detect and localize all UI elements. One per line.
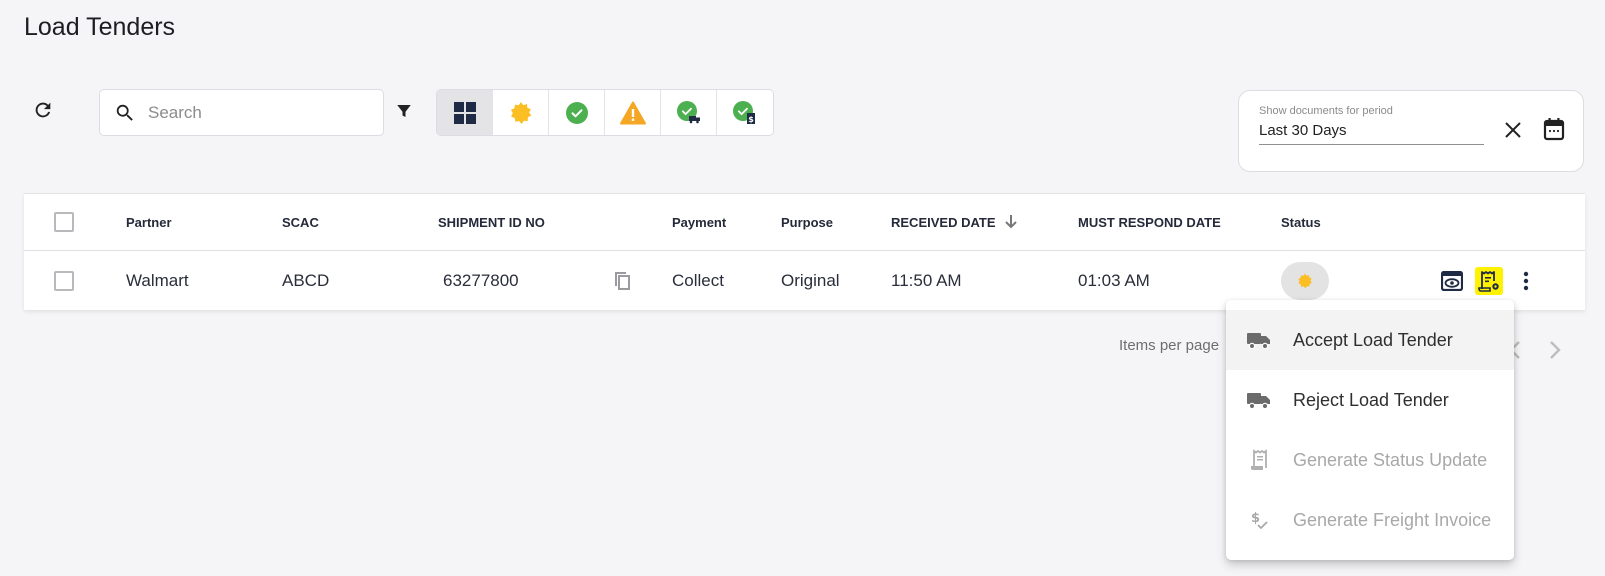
dollar-check-icon: $ <box>1246 508 1272 532</box>
menu-item-label: Reject Load Tender <box>1293 389 1449 410</box>
next-page-button[interactable] <box>1545 338 1565 362</box>
filter-icon <box>397 105 411 117</box>
column-header-shipment-id[interactable]: SHIPMENT ID NO <box>438 194 545 250</box>
search-field[interactable] <box>99 89 384 136</box>
menu-item-label: Accept Load Tender <box>1293 329 1453 350</box>
status-filter-warning[interactable] <box>605 90 661 135</box>
calendar-button[interactable] <box>1541 116 1567 142</box>
close-icon <box>1505 122 1521 138</box>
svg-text:$: $ <box>1251 511 1260 526</box>
search-icon <box>116 104 133 121</box>
period-label: Show documents for period <box>1259 105 1393 117</box>
pending-badge-icon <box>1298 273 1312 289</box>
calendar-icon <box>1543 118 1565 141</box>
status-filter-all[interactable] <box>437 90 493 135</box>
page-title: Load Tenders <box>24 13 176 41</box>
status-filter-pending[interactable] <box>493 90 549 135</box>
menu-item-accept-load-tender[interactable]: Accept Load Tender <box>1226 310 1514 370</box>
clear-period-button[interactable] <box>1501 118 1525 142</box>
generate-document-button[interactable] <box>1475 267 1503 295</box>
cell-partner: Walmart <box>126 271 189 290</box>
filter-button[interactable] <box>394 101 414 121</box>
status-filter-group: $ <box>436 89 774 136</box>
cell-payment: Collect <box>672 271 724 290</box>
row-actions-menu: Accept Load Tender Reject Load Tender Ge… <box>1226 300 1514 560</box>
column-header-status[interactable]: Status <box>1281 194 1321 250</box>
more-vertical-icon <box>1523 271 1529 291</box>
search-input[interactable] <box>146 101 366 124</box>
check-invoice-icon: $ <box>733 100 755 124</box>
truck-icon <box>1246 388 1272 412</box>
copy-shipment-id-button[interactable] <box>613 251 631 311</box>
chevron-right-icon <box>1550 341 1561 359</box>
refresh-icon <box>35 102 51 118</box>
svg-text:$: $ <box>748 115 754 124</box>
status-filter-accepted[interactable] <box>549 90 605 135</box>
more-actions-button[interactable] <box>1512 267 1540 295</box>
column-header-purpose[interactable]: Purpose <box>781 194 833 250</box>
cell-scac: ABCD <box>282 271 330 290</box>
warning-icon <box>619 101 646 124</box>
receipt-settings-icon <box>1478 271 1499 292</box>
check-circle-icon <box>565 101 588 124</box>
menu-item-generate-status-update: Generate Status Update <box>1226 430 1514 490</box>
status-filter-invoiced[interactable]: $ <box>717 90 773 135</box>
sort-descending-icon <box>1004 214 1018 230</box>
refresh-button[interactable] <box>30 97 56 123</box>
menu-item-label: Generate Freight Invoice <box>1293 509 1492 530</box>
status-badge[interactable] <box>1281 262 1329 300</box>
grid-icon <box>453 101 476 124</box>
check-truck-icon <box>676 100 700 123</box>
column-header-scac[interactable]: SCAC <box>282 194 319 250</box>
eye-icon <box>1441 271 1463 291</box>
menu-item-label: Generate Status Update <box>1293 449 1488 470</box>
cell-shipment-id: 63277800 <box>443 271 519 290</box>
receipt-icon <box>1246 448 1272 472</box>
cell-purpose: Original <box>781 271 840 290</box>
table-header: Partner SCAC SHIPMENT ID NO Payment Purp… <box>24 194 1585 251</box>
period-input[interactable]: Last 30 Days <box>1259 122 1484 145</box>
copy-icon <box>615 272 630 290</box>
column-header-payment[interactable]: Payment <box>672 194 726 250</box>
truck-icon <box>1246 328 1272 352</box>
cell-received-date: 11:50 AM <box>891 271 962 290</box>
column-header-received-date[interactable]: RECEIVED DATE <box>891 194 1018 250</box>
cell-must-respond-date: 01:03 AM <box>1078 271 1150 290</box>
menu-item-reject-load-tender[interactable]: Reject Load Tender <box>1226 370 1514 430</box>
period-selector: Show documents for period Last 30 Days <box>1238 90 1584 172</box>
items-per-page-label: Items per page <box>1119 337 1220 354</box>
column-header-must-respond-date[interactable]: MUST RESPOND DATE <box>1078 194 1221 250</box>
menu-item-generate-freight-invoice: $ Generate Freight Invoice <box>1226 490 1514 550</box>
status-filter-status-sent[interactable] <box>661 90 717 135</box>
pending-badge-icon <box>510 101 531 124</box>
column-header-received-date-label: RECEIVED DATE <box>891 214 996 230</box>
view-document-button[interactable] <box>1438 267 1466 295</box>
row-checkbox[interactable] <box>54 271 74 291</box>
column-header-partner[interactable]: Partner <box>126 194 172 250</box>
load-tenders-table: Partner SCAC SHIPMENT ID NO Payment Purp… <box>24 193 1585 310</box>
select-all-checkbox[interactable] <box>54 212 74 232</box>
